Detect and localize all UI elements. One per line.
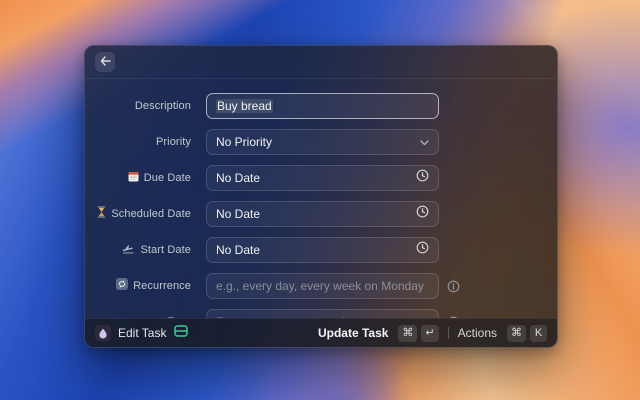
action-bar: Edit Task Update Task ⌘ ↵ Actions ⌘ K [85,318,557,347]
form-row-scheduled-date: Scheduled Date No Date [85,196,557,232]
shortcut-divider [447,327,449,339]
back-button[interactable] [95,52,115,72]
cmd-key[interactable]: ⌘ [507,324,526,342]
cmd-key[interactable]: ⌘ [398,324,418,342]
scheduled-date-label: Scheduled Date [111,208,191,220]
scheduled-date-picker[interactable]: No Date [206,201,439,227]
description-input[interactable]: Buy bread [206,93,439,119]
due-date-label: Due Date [143,172,191,184]
description-value: Buy bread [216,99,273,113]
tags-input[interactable]: Enter comma-separated tags [206,309,439,318]
start-date-picker[interactable]: No Date [206,237,439,263]
k-key[interactable]: K [530,324,547,342]
return-key[interactable]: ↵ [421,324,439,342]
recurrence-placeholder: e.g., every day, every week on Monday [216,279,424,293]
priority-value: No Priority [216,135,273,149]
clock-icon[interactable] [416,205,429,223]
priority-dropdown[interactable]: No Priority [206,129,439,155]
actions-button[interactable]: Actions [458,326,497,340]
clock-icon[interactable] [416,169,429,187]
form-row-recurrence: Recurrence e.g., every day, every week o… [85,268,557,304]
start-date-label: Start Date [140,244,191,256]
command-name: Edit Task [118,326,167,340]
plane-departure-icon [122,241,135,259]
form-row-start-date: Start Date No Date [85,232,557,268]
cached-form-icon [174,324,189,342]
recurrence-input[interactable]: e.g., every day, every week on Monday [206,273,439,299]
form-row-priority: Priority No Priority [85,124,557,160]
recurrence-info-icon[interactable] [447,280,460,293]
calendar-icon [128,169,139,187]
description-label: Description [134,100,191,112]
due-date-picker[interactable]: No Date [206,165,439,191]
scheduled-date-value: No Date [216,207,261,221]
arrow-left-icon [100,53,111,71]
window-header [85,46,557,79]
hourglass-icon [97,205,106,223]
form-row-due-date: Due Date No Date [85,160,557,196]
chevron-down-icon [420,133,429,151]
update-task-button[interactable]: Update Task [318,326,388,340]
clock-icon[interactable] [416,241,429,259]
extension-icon [95,325,111,341]
repeat-icon [116,277,129,295]
priority-label: Priority [155,136,191,148]
start-date-value: No Date [216,243,261,257]
form-row-tags: Tags Enter comma-separated tags [85,304,557,318]
form-row-description: Description Buy bread [85,88,557,124]
due-date-value: No Date [216,171,261,185]
edit-task-window: Description Buy bread Priority No Priori… [84,45,558,348]
recurrence-label: Recurrence [133,280,191,292]
form-content: Description Buy bread Priority No Priori… [85,80,557,318]
